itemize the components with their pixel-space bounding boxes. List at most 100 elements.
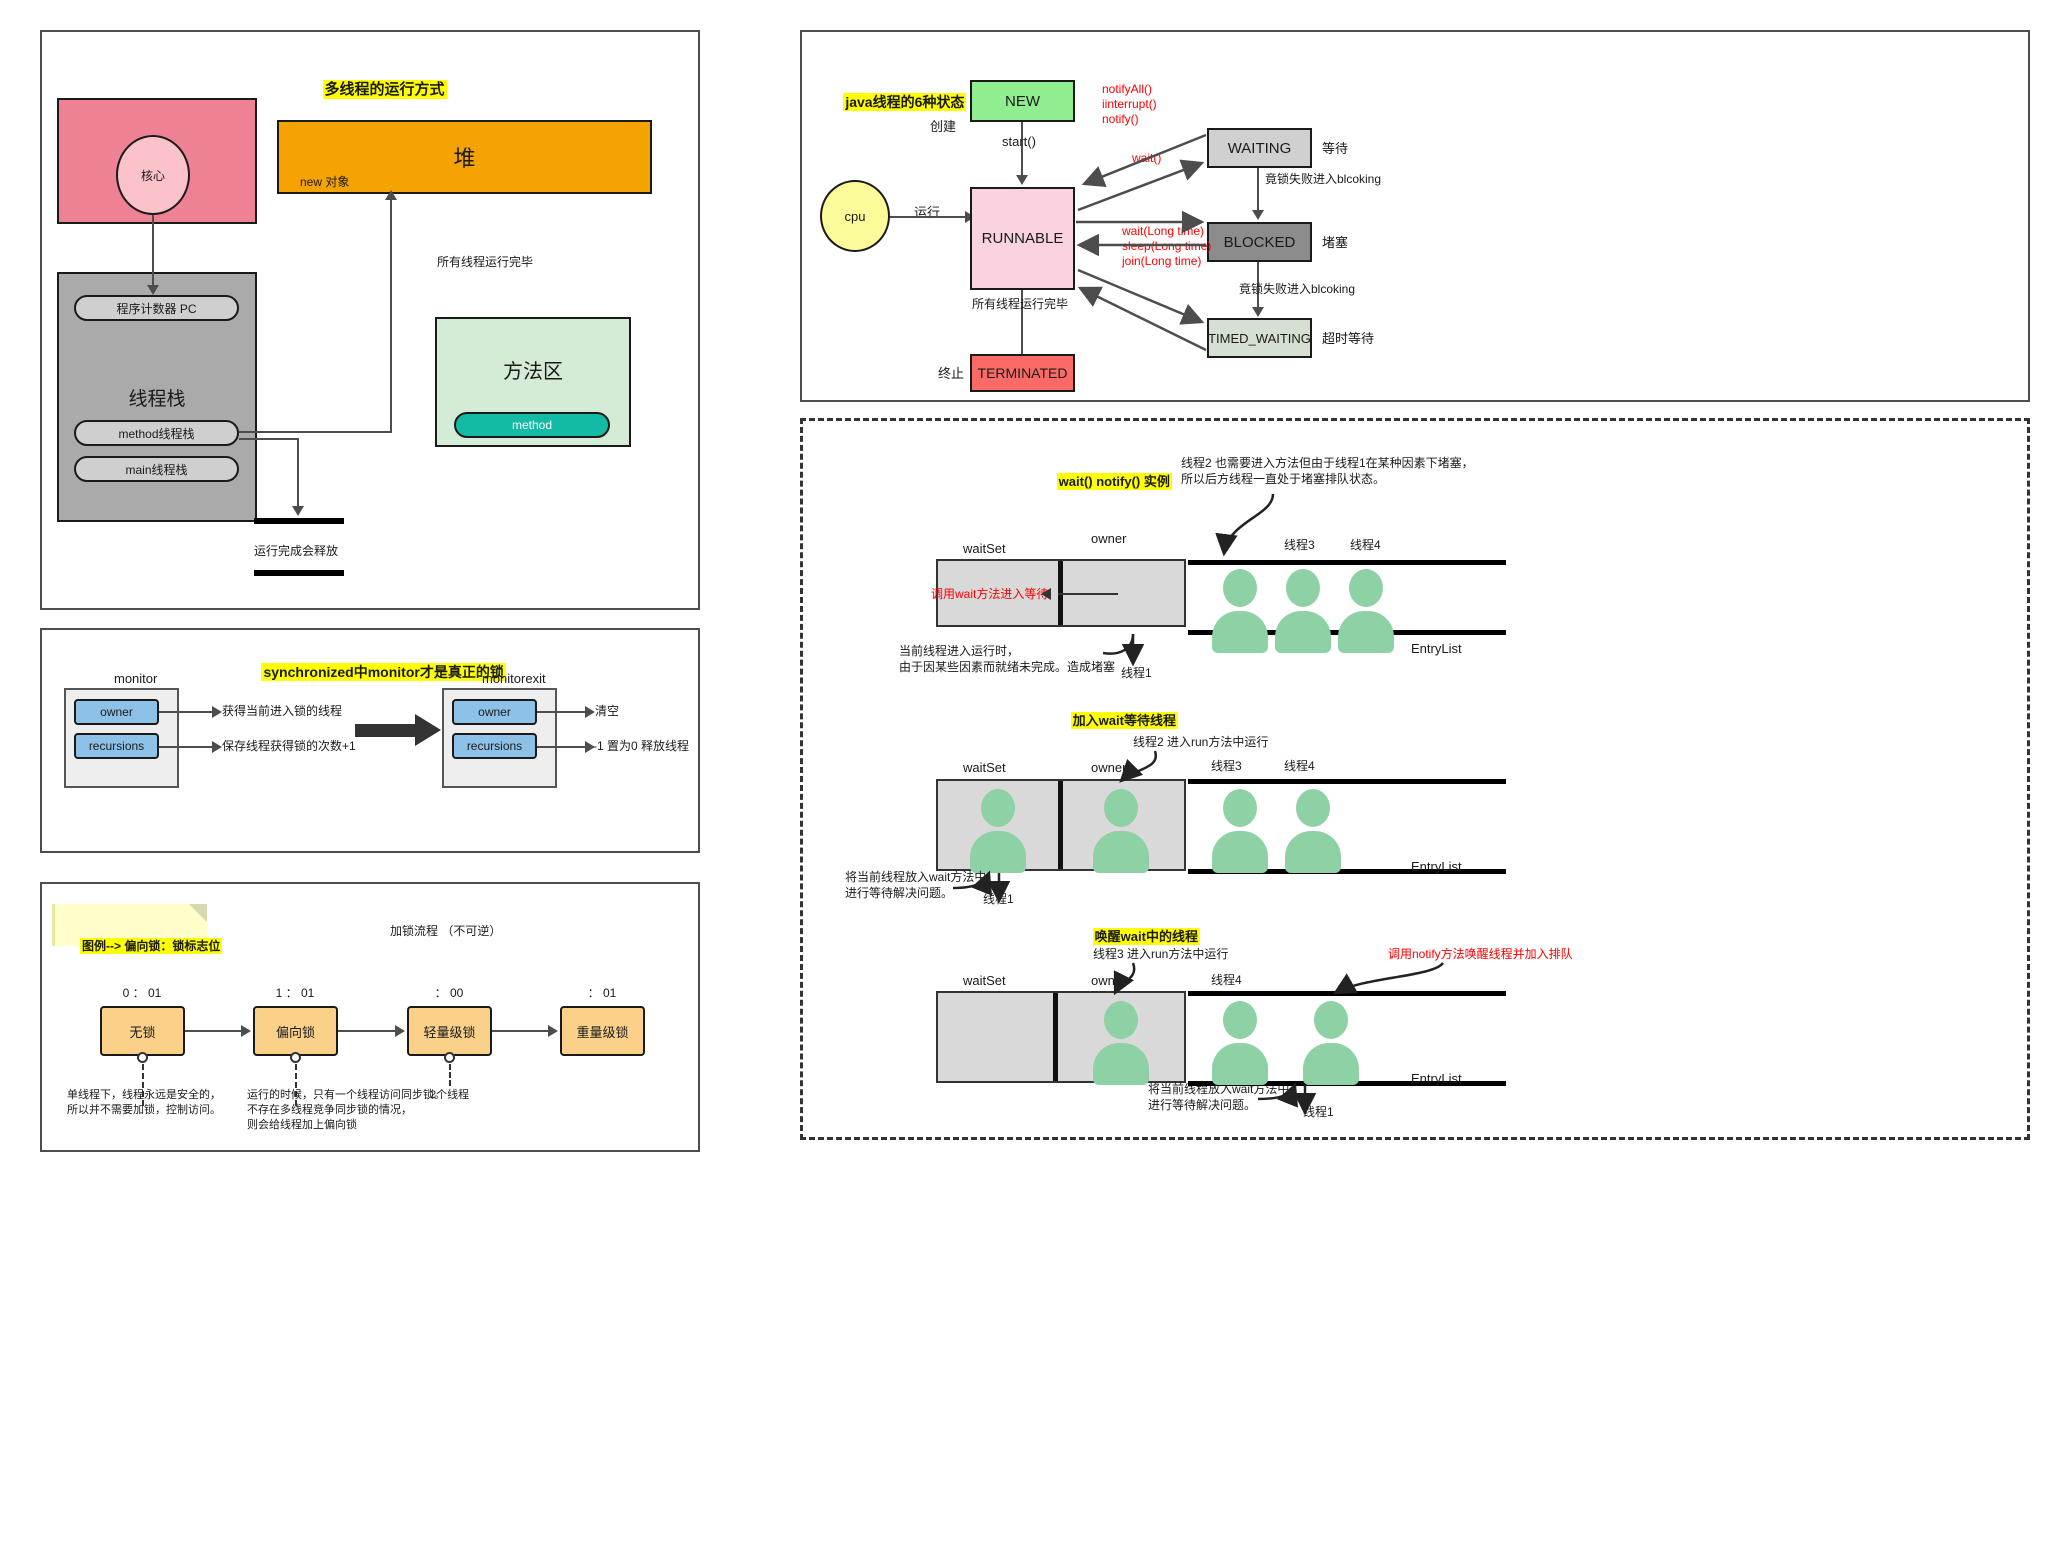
monitor-recursions-label: recursions [88,739,145,753]
monitor-transition-arrow-head [415,714,441,746]
edge-terminate-label: 终止 [938,366,965,381]
stack-to-heap-hline [239,431,392,433]
method-box: method [454,412,610,438]
state-timed-waiting-side-label: 超时等待 [1322,331,1375,346]
edge-create-label: 创建 [930,119,957,134]
lock-node-0-label: 无锁 [129,1024,156,1040]
method-thread-stack-label: method线程栈 [118,426,195,441]
lock-arrow-1-head [395,1025,405,1037]
panel-lock-title: 图例--> 偏向锁：锁标志位 [80,938,223,955]
stage2-thread3-label: 线程3 [1211,759,1242,773]
monitorexit-owner-arrowhead [585,706,595,718]
state-terminated: TERMINATED [970,354,1075,392]
lock-node-3: 重量级锁 [560,1006,645,1056]
stage1-wait-arrow-head [1041,588,1051,600]
person-head [1223,569,1257,607]
stage1-top-note: 线程2 也需要进入方法但由于线程1在某种因素下堵塞， 所以后方线程一直处于堵塞排… [1181,456,1474,487]
red-timed-group-label: wait(Long time) sleep(Long time) join(Lo… [1122,224,1212,268]
heap-label: 堆 [453,146,476,171]
stage1-thread3-label: 线程3 [1284,538,1315,552]
lock-node-1-tag: 1 ： 01 [275,986,315,1000]
stage2-person-owner [1093,789,1149,875]
state-new-label: NEW [1005,92,1040,110]
stage3-top-note: 线程3 进入run方法中运行 [1093,947,1229,961]
monitorexit-caption: monitorexit [482,671,546,686]
state-terminated-label: TERMINATED [977,365,1068,381]
release-on-finish-note: 运行完成会释放 [254,544,339,558]
monitor-owner-note: 获得当前进入锁的线程 [222,704,343,718]
panel-wait-notify: wait() notify() 实例 线程2 也需要进入方法但由于线程1在某种因… [800,418,2030,1140]
lock-note-1: 运行的时候，只有一个线程访问同步锁。 不存在多线程竞争同步锁的情况， 则会给线程… [247,1089,445,1131]
cpu-ellipse: cpu [820,180,890,252]
person-body [1275,611,1331,653]
cpu-core-circle: 核心 [116,135,190,215]
stage1-wait-red-note: 调用wait方法进入等待 [931,587,1049,601]
monitor-recursions-arrowhead [212,741,222,753]
person-body [1285,831,1341,873]
lock-node-2-dot [444,1052,455,1063]
stage3-person-owner [1093,1001,1149,1087]
lock-arrow-2-shaft [492,1030,550,1032]
person-head [1223,789,1257,827]
monitorexit-owner-field: owner [452,699,537,725]
state-blocked-side-label: 堵塞 [1322,235,1349,250]
stage2-owner-label: owner [1091,760,1127,775]
person-body [1212,611,1268,653]
monitorexit-recursions-label: recursions [466,739,523,753]
heap-new-object-label: new 对象 [300,175,350,189]
state-runnable-label: RUNNABLE [981,230,1064,247]
lock-arrow-2-head [548,1025,558,1037]
stage2-thread4-label: 线程4 [1284,759,1315,773]
cpu-to-pc-line [152,215,154,287]
stage3-thread4-label: 线程4 [1211,973,1242,987]
stage1-person-3 [1338,569,1394,655]
lock-note-2: 2个线程 [430,1089,470,1101]
person-body [1303,1043,1359,1085]
cpu-ellipse-label: cpu [844,208,866,224]
monitorexit-recursions-note: -1 置为0 释放线程 [593,739,690,753]
cpu-to-pc-arrow [147,285,159,295]
cpu-to-runnable-line [890,216,960,218]
stage3-entrylist-label: EntryList [1411,1071,1462,1086]
stage1-thread1-label: 线程1 [1121,666,1152,680]
method-thread-stack-box: method线程栈 [74,420,239,446]
person-head [1296,789,1330,827]
pc-register-label: 程序计数器 PC [116,301,197,316]
state-waiting: WAITING [1207,128,1312,168]
state-timed-waiting: TIMED_WAITING [1207,318,1312,358]
stage3-monitor-divider [1053,993,1058,1081]
lock-arrow-1-shaft [338,1030,396,1032]
lock-arrow-0-head [241,1025,251,1037]
person-body [1338,611,1394,653]
stack-to-heap-vline [390,197,392,432]
stage1-thread4-label: 线程4 [1350,538,1381,552]
state-waiting-label: WAITING [1227,139,1292,157]
edge-start-label: start() [1002,134,1036,149]
stack-to-release-hline [239,438,299,440]
monitorexit-recursions-connector [537,746,587,748]
stage2-waitset-label: waitSet [963,760,1006,775]
lock-arrow-0-shaft [185,1030,243,1032]
release-bar-top [254,518,344,524]
thread-stack-label: 线程栈 [128,388,186,410]
person-body [1212,831,1268,873]
stage2-monitor-divider [1058,781,1063,869]
main-thread-stack-label: main线程栈 [125,462,188,477]
all-threads-done-label: 所有线程运行完毕 [971,297,1068,311]
waiting-to-blocked-line [1257,168,1259,213]
person-head [1104,1001,1138,1039]
lock-node-0-tag: 0 ： 01 [122,986,162,1000]
state-timed-waiting-label: TIMED_WAITING [1208,330,1311,346]
red-notify-group-label: notifyAll() iinterrupt() notify() [1102,82,1157,126]
stage3-owner-label: owner [1091,973,1127,988]
stage1-wait-arrow-shaft [1058,593,1118,595]
method-area-label: 方法区 [503,360,563,383]
lock-node-0-dot [137,1052,148,1063]
stage1-bottom-note: 当前线程进入运行时， 由于因某些因素而就绪未完成。造成堵塞 [899,644,1116,675]
panel-lock-subtitle: 加锁流程 （不可逆） [390,924,502,938]
state-runnable: RUNNABLE [970,187,1075,290]
state-new: NEW [970,80,1075,122]
waiting-to-blocked-arrow [1252,210,1264,220]
person-head [1314,1001,1348,1039]
lock-node-1: 偏向锁 [253,1006,338,1056]
